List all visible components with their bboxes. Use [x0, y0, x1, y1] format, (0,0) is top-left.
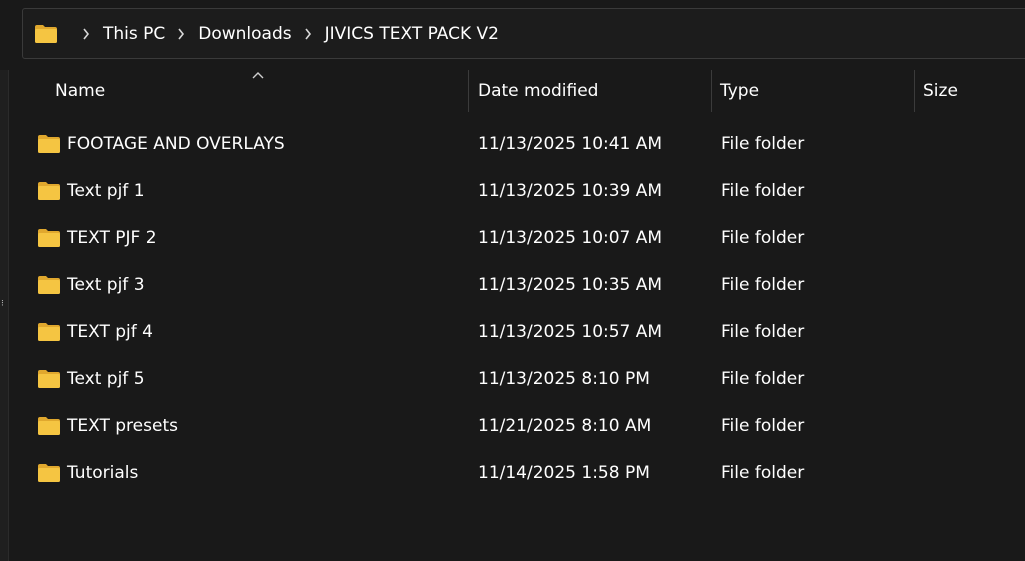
folder-icon [38, 322, 60, 341]
date-modified: 11/13/2025 10:35 AM [478, 274, 663, 295]
file-row[interactable]: FOOTAGE AND OVERLAYS 11/13/2025 10:41 AM… [8, 120, 1025, 167]
column-header-row: Name Date modified Type Size [8, 70, 1025, 114]
folder-icon [38, 228, 60, 247]
date-modified: 11/13/2025 10:57 AM [478, 321, 663, 342]
file-type: File folder [721, 180, 805, 201]
file-type: File folder [721, 133, 805, 154]
file-row[interactable]: TEXT pjf 4 11/13/2025 10:57 AM File fold… [8, 308, 1025, 355]
breadcrumb-current-folder[interactable]: JIVICS TEXT PACK V2 [325, 24, 499, 44]
date-modified: 11/13/2025 10:41 AM [478, 133, 663, 154]
file-name[interactable]: FOOTAGE AND OVERLAYS [67, 134, 285, 154]
file-list: FOOTAGE AND OVERLAYS 11/13/2025 10:41 AM… [8, 120, 1025, 496]
column-header-type[interactable]: Type [720, 70, 914, 112]
date-modified: 11/13/2025 8:10 PM [478, 368, 650, 389]
folder-icon [38, 416, 60, 435]
pane-resize-handle-icon[interactable]: ⁝ [1, 299, 4, 309]
date-modified: 11/14/2025 1:58 PM [478, 462, 650, 483]
folder-icon [38, 275, 60, 294]
address-bar[interactable]: This PC Downloads JIVICS TEXT PACK V2 [22, 8, 1025, 59]
column-header-date-modified[interactable]: Date modified [478, 70, 711, 112]
file-name[interactable]: TEXT PJF 2 [67, 228, 157, 248]
column-header-size[interactable]: Size [923, 70, 1023, 112]
chevron-right-icon[interactable] [82, 28, 90, 40]
chevron-right-icon[interactable] [177, 28, 185, 40]
folder-icon [38, 463, 60, 482]
file-name[interactable]: Text pjf 3 [67, 275, 145, 295]
file-row[interactable]: Tutorials 11/14/2025 1:58 PM File folder [8, 449, 1025, 496]
file-row[interactable]: TEXT PJF 2 11/13/2025 10:07 AM File fold… [8, 214, 1025, 261]
file-type: File folder [721, 368, 805, 389]
folder-icon[interactable] [34, 24, 58, 44]
date-modified: 11/13/2025 10:07 AM [478, 227, 663, 248]
folder-icon [38, 369, 60, 388]
file-row[interactable]: Text pjf 5 11/13/2025 8:10 PM File folde… [8, 355, 1025, 402]
file-type: File folder [721, 462, 805, 483]
file-row[interactable]: Text pjf 1 11/13/2025 10:39 AM File fold… [8, 167, 1025, 214]
breadcrumb-this-pc[interactable]: This PC [103, 24, 165, 44]
column-divider[interactable] [914, 70, 915, 112]
column-header-name[interactable]: Name [55, 70, 468, 112]
column-divider[interactable] [468, 70, 469, 112]
file-name[interactable]: Text pjf 5 [67, 369, 145, 389]
date-modified: 11/21/2025 8:10 AM [478, 415, 652, 436]
date-modified: 11/13/2025 10:39 AM [478, 180, 663, 201]
breadcrumb-downloads[interactable]: Downloads [198, 24, 291, 44]
file-row[interactable]: Text pjf 3 11/13/2025 10:35 AM File fold… [8, 261, 1025, 308]
file-type: File folder [721, 274, 805, 295]
file-name[interactable]: Text pjf 1 [67, 181, 145, 201]
folder-icon [38, 181, 60, 200]
file-name[interactable]: TEXT pjf 4 [67, 322, 153, 342]
folder-icon [38, 134, 60, 153]
file-type: File folder [721, 415, 805, 436]
file-row[interactable]: TEXT presets 11/21/2025 8:10 AM File fol… [8, 402, 1025, 449]
file-name[interactable]: TEXT presets [67, 416, 178, 436]
file-type: File folder [721, 227, 805, 248]
chevron-right-icon[interactable] [304, 28, 312, 40]
file-type: File folder [721, 321, 805, 342]
column-divider[interactable] [711, 70, 712, 112]
file-name[interactable]: Tutorials [67, 463, 138, 483]
